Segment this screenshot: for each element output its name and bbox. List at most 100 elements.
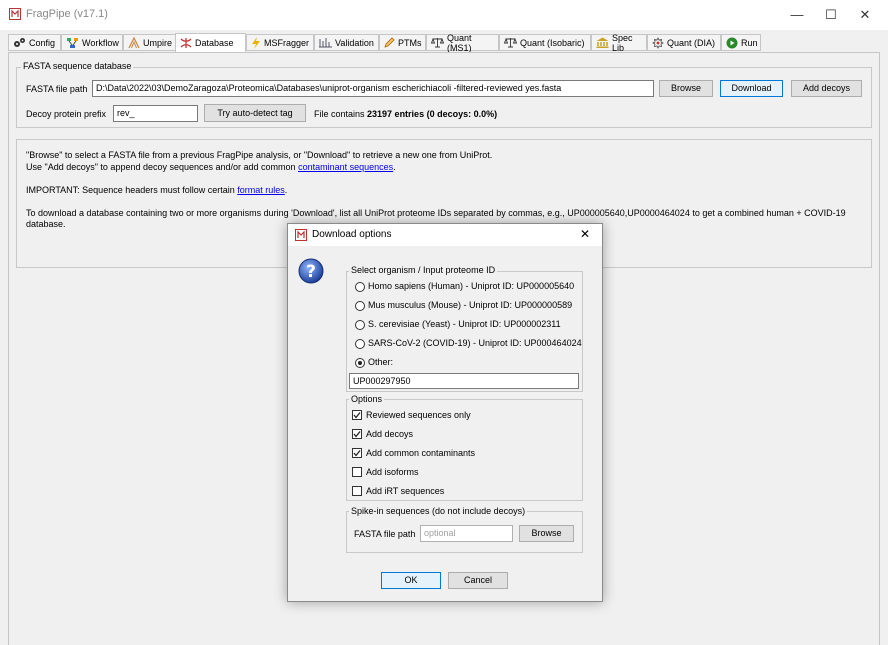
info-line-decoys: Use "Add decoys" to append decoy sequenc…	[26, 162, 866, 174]
database-icon	[180, 38, 192, 48]
spikein-path-input[interactable]: optional	[420, 525, 513, 542]
info-text: "Browse" to select a FASTA file from a p…	[26, 150, 866, 231]
tab-label: Config	[29, 37, 56, 48]
tab-label: Quant (MS1)	[447, 32, 472, 53]
tab-database[interactable]: Database	[175, 33, 246, 52]
library-icon	[596, 37, 609, 48]
info-line-important-text: IMPORTANT: Sequence headers must follow …	[26, 184, 238, 195]
fasta-group-title: FASTA sequence database	[21, 61, 134, 71]
checkmark-icon	[353, 450, 361, 457]
dia-icon	[652, 36, 664, 49]
tab-validation[interactable]: Validation	[314, 34, 379, 51]
organism-group-title: Select organism / Input proteome ID	[349, 265, 498, 275]
radio-covid[interactable]	[355, 339, 365, 349]
radio-yeast[interactable]	[355, 320, 365, 330]
dialog-title: Download options	[312, 229, 392, 240]
checkbox-reviewed-only-label: Reviewed sequences only	[366, 410, 471, 420]
checkbox-add-isoforms-label: Add isoforms	[366, 467, 419, 477]
radio-yeast-label: S. cerevisiae (Yeast) - Uniprot ID: UP00…	[368, 319, 561, 329]
dialog-titlebar: Download options ✕	[288, 224, 602, 246]
tab-label: PTMs	[398, 37, 422, 48]
decoy-prefix-label: Decoy protein prefix	[26, 109, 107, 119]
gears-icon	[14, 38, 25, 47]
ok-button[interactable]: OK	[381, 572, 441, 589]
browse-button[interactable]: Browse	[659, 80, 713, 97]
tab-label: Spec Lib	[612, 32, 633, 53]
checkbox-add-irt[interactable]	[352, 486, 362, 496]
pencil-icon	[384, 37, 395, 48]
info-line-decoys-text: Use "Add decoys" to append decoy sequenc…	[26, 161, 299, 172]
play-icon	[726, 37, 738, 48]
decoy-prefix-input[interactable]: rev_	[113, 105, 198, 122]
info-line-browse: "Browse" to select a FASTA file from a p…	[26, 150, 493, 160]
file-contains-text: File contains 23197 entries (0 decoys: 0…	[314, 109, 497, 119]
tab-label: Quant (Isobaric)	[520, 37, 585, 48]
download-button[interactable]: Download	[720, 80, 783, 97]
tab-label: Run	[741, 37, 758, 48]
tab-label: Database	[195, 38, 234, 48]
fasta-path-label: FASTA file path	[26, 84, 88, 94]
scale-icon	[504, 37, 517, 48]
tab-label: Workflow	[82, 37, 119, 48]
spikein-browse-button[interactable]: Browse	[519, 525, 574, 542]
checkbox-add-decoys-label: Add decoys	[366, 429, 414, 439]
checkbox-add-contaminants[interactable]	[352, 448, 362, 458]
tab-bar: Config Workflow Umpire Database MSFragge…	[8, 32, 880, 53]
checkbox-reviewed-only[interactable]	[352, 410, 362, 420]
radio-mouse-label: Mus musculus (Mouse) - Uniprot ID: UP000…	[368, 300, 573, 310]
contaminant-sequences-link[interactable]: contaminant sequences	[298, 162, 393, 172]
file-contains-prefix: File contains	[314, 109, 368, 119]
download-options-dialog: Download options ✕ ? Select organism / I…	[287, 223, 603, 602]
tab-quant-dia[interactable]: Quant (DIA)	[647, 34, 721, 51]
info-line-decoys-end: .	[393, 161, 396, 172]
tab-label: Umpire	[143, 37, 173, 48]
tab-umpire[interactable]: Umpire	[123, 34, 181, 51]
info-line-important: IMPORTANT: Sequence headers must follow …	[26, 185, 866, 197]
tab-label: Quant (DIA)	[667, 37, 716, 48]
info-line-multi-organism: To download a database containing two or…	[26, 207, 846, 218]
cancel-button[interactable]: Cancel	[448, 572, 508, 589]
checkmark-icon	[353, 412, 361, 419]
checkbox-add-isoforms[interactable]	[352, 467, 362, 477]
tab-config[interactable]: Config	[8, 34, 61, 51]
radio-human[interactable]	[355, 282, 365, 292]
checkbox-add-decoys[interactable]	[352, 429, 362, 439]
radio-human-label: Homo sapiens (Human) - Uniprot ID: UP000…	[368, 281, 575, 291]
question-icon: ?	[298, 258, 324, 286]
spikein-path-label: FASTA file path	[354, 529, 416, 539]
options-group-title: Options	[349, 394, 385, 404]
checkmark-icon	[353, 431, 361, 438]
format-rules-link[interactable]: format rules	[237, 185, 285, 195]
msfragger-icon	[252, 36, 260, 49]
auto-detect-tag-button[interactable]: Try auto-detect tag	[204, 104, 306, 122]
tab-label: MSFragger	[264, 37, 310, 48]
radio-other-label: Other:	[368, 357, 394, 367]
checkbox-add-irt-label: Add iRT sequences	[366, 486, 445, 496]
tab-quant-ms1[interactable]: Quant (MS1)	[426, 32, 499, 53]
radio-other[interactable]	[355, 358, 365, 368]
tab-ptms[interactable]: PTMs	[379, 34, 426, 51]
checkbox-add-contaminants-label: Add common contaminants	[366, 448, 476, 458]
radio-covid-label: SARS-CoV-2 (COVID-19) - Uniprot ID: UP00…	[368, 338, 582, 348]
other-proteome-input[interactable]: UP000297950	[349, 373, 579, 389]
umpire-icon	[128, 36, 140, 48]
tab-spec-lib[interactable]: Spec Lib	[591, 32, 647, 53]
fasta-path-input[interactable]: D:\Data\2022\03\DemoZaragoza\Proteomica\…	[92, 80, 654, 97]
tab-run[interactable]: Run	[721, 34, 761, 51]
workflow-icon	[67, 37, 78, 48]
radio-mouse[interactable]	[355, 301, 365, 311]
add-decoys-button[interactable]: Add decoys	[791, 80, 862, 97]
dialog-close-button[interactable]: ✕	[580, 227, 590, 241]
close-window-button[interactable]: ✕	[842, 0, 888, 30]
tab-quant-isobaric[interactable]: Quant (Isobaric)	[499, 34, 591, 51]
fragpipe-logo-icon	[295, 229, 307, 243]
fragpipe-logo-icon	[9, 8, 21, 20]
spikein-group-title: Spike-in sequences (do not include decoy…	[349, 506, 528, 516]
svg-text:?: ?	[306, 262, 316, 282]
tab-label: Validation	[335, 37, 374, 48]
window-title: FragPipe (v17.1)	[26, 8, 108, 20]
tab-msfragger[interactable]: MSFragger	[246, 34, 314, 51]
window-titlebar: FragPipe (v17.1) — ☐ ✕	[0, 0, 888, 30]
info-line-important-end: .	[284, 184, 288, 195]
tab-workflow[interactable]: Workflow	[61, 34, 123, 51]
